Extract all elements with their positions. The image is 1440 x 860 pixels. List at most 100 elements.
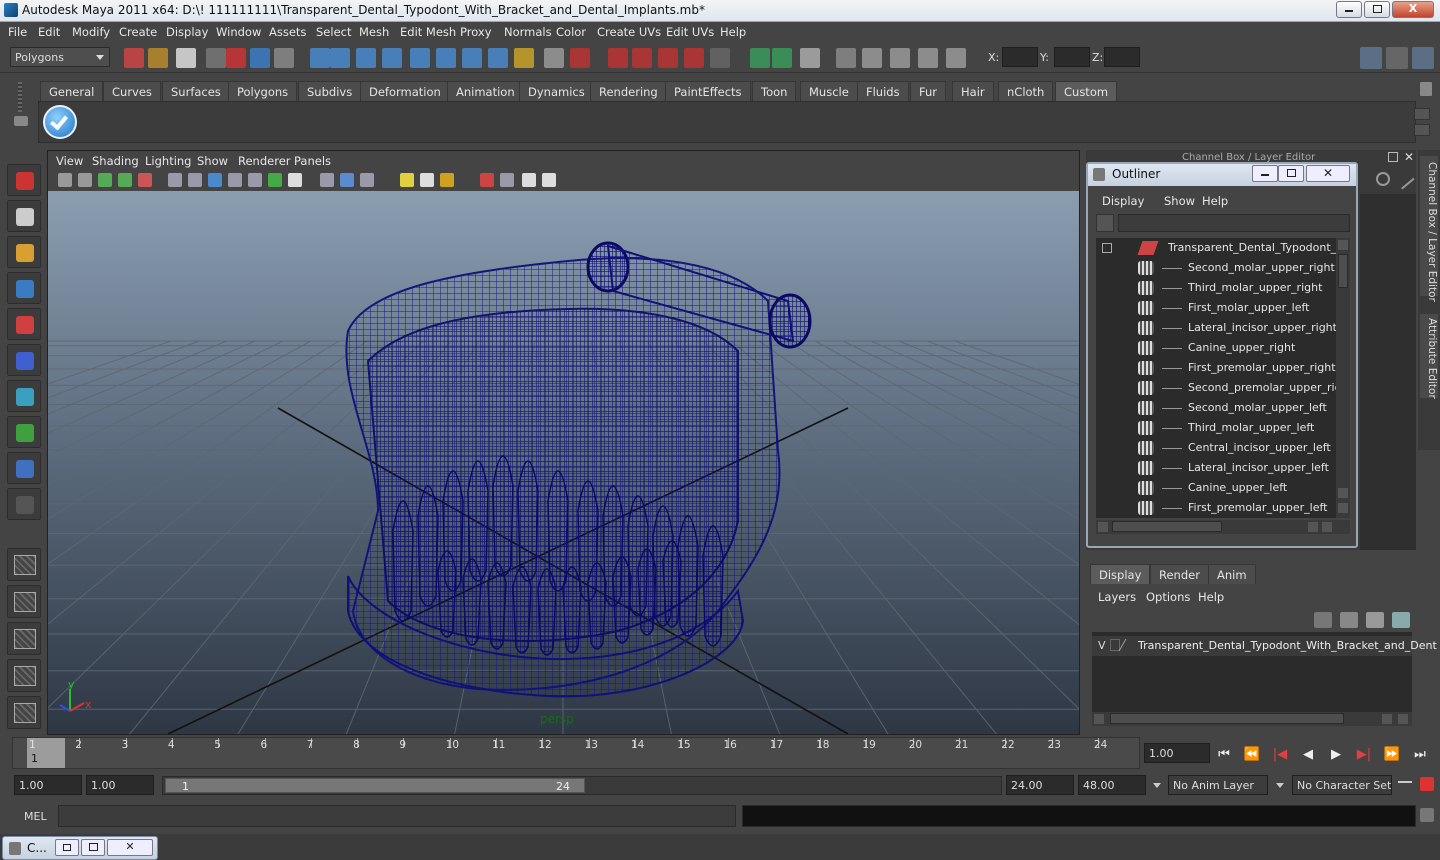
tree-item[interactable]: Canine_upper_right: [1096, 338, 1336, 358]
viewport-tool-icon[interactable]: [118, 173, 132, 187]
shelf-tab-deformation[interactable]: Deformation: [360, 81, 450, 101]
menu-file[interactable]: File: [8, 25, 27, 39]
layer-row[interactable]: V Transparent_Dental_Typodont_With_Brack…: [1092, 636, 1437, 656]
viewport-tool-icon[interactable]: [188, 173, 202, 187]
tree-item[interactable]: Canine_upper_left: [1096, 478, 1336, 498]
scroll-left-icon[interactable]: [1098, 522, 1108, 532]
start-time-field[interactable]: 1.00: [14, 775, 82, 795]
tree-item[interactable]: Third_molar_upper_left: [1096, 418, 1336, 438]
status-tool-icon[interactable]: [206, 48, 226, 68]
status-tool-icon[interactable]: [684, 48, 704, 68]
tree-item-label[interactable]: Central_incisor_upper_left: [1188, 441, 1331, 454]
lasso-tool-icon[interactable]: [7, 200, 41, 232]
shelf-tab-custom[interactable]: Custom: [1055, 81, 1118, 101]
shelf-scroll-down-icon[interactable]: [1414, 124, 1430, 136]
restore-button[interactable]: [55, 839, 79, 856]
y-field[interactable]: [1054, 47, 1090, 67]
scroll-right-icon[interactable]: [1398, 714, 1408, 724]
viewport-menu-renderer[interactable]: Renderer: [238, 154, 291, 168]
outliner-minimize-button[interactable]: [1252, 165, 1278, 182]
menu-select[interactable]: Select: [316, 25, 351, 39]
status-tool-icon[interactable]: [250, 48, 270, 68]
play-back-icon[interactable]: ◀: [1298, 747, 1318, 763]
shelf-tab-surfaces[interactable]: Surfaces: [162, 81, 230, 101]
mel-label[interactable]: MEL: [24, 810, 47, 823]
x-field[interactable]: [1002, 47, 1038, 67]
z-field[interactable]: [1104, 47, 1140, 67]
new-layer-selected-icon[interactable]: [1392, 612, 1410, 628]
step-forward-frame-icon[interactable]: ▶|: [1354, 747, 1374, 763]
shelf-tab-fluids[interactable]: Fluids: [857, 81, 909, 101]
shelf-tab-hair[interactable]: Hair: [952, 81, 994, 101]
status-tool-icon[interactable]: [862, 48, 882, 68]
scroll-thumb[interactable]: [1338, 254, 1348, 288]
end-time-field[interactable]: 48.00: [1078, 775, 1146, 795]
scroll-up-icon[interactable]: [1338, 240, 1348, 250]
menu-display[interactable]: Display: [166, 25, 208, 39]
status-tool-icon[interactable]: [176, 48, 196, 68]
viewport-tool-icon[interactable]: [208, 173, 222, 187]
tree-item-label[interactable]: Second_premolar_upper_right: [1188, 381, 1350, 394]
menu-create-uvs[interactable]: Create UVs: [597, 25, 661, 39]
tree-item-label[interactable]: First_premolar_upper_left: [1188, 501, 1328, 514]
outliner-menu-display[interactable]: Display: [1102, 194, 1144, 208]
layer-menu-layers[interactable]: Layers: [1098, 590, 1136, 604]
shelf-tab-ncloth[interactable]: nCloth: [998, 81, 1054, 101]
hypershade-layout-icon[interactable]: [7, 696, 41, 729]
shelf-tab-toon[interactable]: Toon: [752, 81, 797, 101]
step-back-frame-icon[interactable]: |◀: [1270, 747, 1290, 763]
status-tool-icon[interactable]: [608, 48, 628, 68]
menu-normals[interactable]: Normals: [504, 25, 552, 39]
status-tool-icon[interactable]: [410, 48, 430, 68]
shelf-menu-handle[interactable]: [8, 82, 34, 142]
status-tool-icon[interactable]: [544, 48, 564, 68]
manipulator-tool-icon[interactable]: [7, 380, 41, 412]
go-to-start-icon[interactable]: ⏮: [1214, 747, 1234, 763]
auto-key-icon[interactable]: [1398, 781, 1412, 789]
rotate-tool-icon[interactable]: [7, 308, 41, 340]
status-tool-icon[interactable]: [570, 48, 590, 68]
menu-edit[interactable]: Edit: [38, 25, 60, 39]
scroll-right-icon[interactable]: [1382, 714, 1392, 724]
outliner-maximize-button[interactable]: [1278, 165, 1304, 182]
minimized-window[interactable]: C... ✕: [2, 836, 158, 860]
tree-item[interactable]: Lateral_incisor_upper_left: [1096, 458, 1336, 478]
channel-knob-icon[interactable]: [1376, 172, 1390, 186]
status-tool-icon[interactable]: [226, 48, 246, 68]
current-time-field[interactable]: 1.00: [1144, 743, 1210, 763]
menu-window[interactable]: Window: [216, 25, 261, 39]
viewport-menu-show[interactable]: Show: [197, 154, 228, 168]
viewport-tool-icon[interactable]: [138, 173, 152, 187]
menu-help[interactable]: Help: [720, 25, 746, 39]
step-back-key-icon[interactable]: ⏪: [1242, 747, 1262, 763]
menu-create[interactable]: Create: [119, 25, 157, 39]
maximize-button[interactable]: [81, 839, 105, 856]
scroll-right-icon[interactable]: [1322, 522, 1332, 532]
tree-item-label[interactable]: Lateral_incisor_upper_left: [1188, 461, 1329, 474]
shelf-tab-animation[interactable]: Animation: [447, 81, 524, 101]
graph-layout-icon[interactable]: [7, 659, 41, 692]
viewport-tool-icon[interactable]: [268, 173, 282, 187]
menu-color[interactable]: Color: [556, 25, 586, 39]
playback-end-field[interactable]: 24.00: [1006, 775, 1074, 795]
outliner-menu-show[interactable]: Show: [1164, 194, 1195, 208]
tree-item[interactable]: Second_premolar_upper_right: [1096, 378, 1350, 398]
toggle-channel-box-icon[interactable]: [1412, 47, 1434, 69]
menu-proxy[interactable]: Proxy: [460, 25, 492, 39]
go-to-end-icon[interactable]: ⏭: [1410, 747, 1430, 763]
status-tool-icon[interactable]: [918, 48, 938, 68]
single-perspective-layout-icon[interactable]: [7, 548, 41, 581]
tree-item-label[interactable]: Third_molar_upper_right: [1188, 281, 1322, 294]
paint-select-tool-icon[interactable]: [7, 236, 41, 268]
shelf-tab-painteffects[interactable]: PaintEffects: [665, 81, 751, 101]
status-tool-icon[interactable]: [330, 48, 350, 68]
menu-edit-mesh[interactable]: Edit Mesh: [400, 25, 456, 39]
status-tool-icon[interactable]: [274, 48, 294, 68]
outliner-vscrollbar[interactable]: [1336, 238, 1350, 518]
time-slider[interactable]: 1 2 3 4 5 6 7 8 9 10 11 12 13 14 15 16 17 18 19 20 21 22 23 24…: [12, 737, 1140, 769]
outliner-close-button[interactable]: ✕: [1306, 165, 1350, 182]
status-tool-icon[interactable]: [836, 48, 856, 68]
float-panel-icon[interactable]: [1388, 152, 1398, 162]
tree-item-label[interactable]: Third_molar_upper_left: [1188, 421, 1314, 434]
viewport-tool-icon[interactable]: [58, 173, 72, 187]
